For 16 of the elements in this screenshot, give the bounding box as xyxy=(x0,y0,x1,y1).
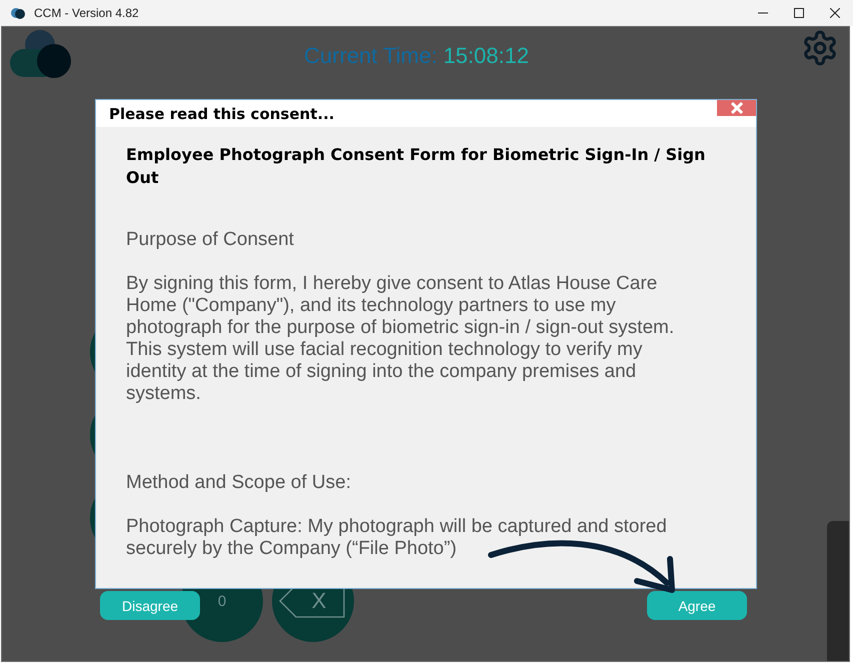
dialog-title: Please read this consent... xyxy=(109,104,334,122)
consent-paragraph: By signing this form, I hereby give consent to Atlas House Care Home ("Company"), and its technology partners to use my photograph for the purpose of biometric sign-in / sign-out system. This system will use facial recognition technology to verify my identity at the time of signing into the company premises and systems. xyxy=(126,273,676,405)
window-title: CCM - Version 4.82 xyxy=(34,6,140,20)
close-icon xyxy=(830,8,840,18)
consent-paragraph: Photograph Capture: My photograph will be captured and stored securely by the Company (“File Photo”) xyxy=(126,516,668,560)
app-icon xyxy=(10,6,26,20)
time-label: Current Time: xyxy=(304,43,438,69)
close-icon xyxy=(730,102,742,114)
section-heading: Method and Scope of Use: xyxy=(126,472,351,494)
disagree-button[interactable]: Disagree xyxy=(100,591,200,620)
agree-button[interactable]: Agree xyxy=(647,591,747,620)
section-heading: Purpose of Consent xyxy=(126,229,294,251)
maximize-icon xyxy=(794,8,804,18)
time-value: 15:08:12 xyxy=(443,43,529,69)
form-heading: Employee Photograph Consent Form for Biometric Sign-In / Sign Out xyxy=(126,144,706,189)
logo-icon xyxy=(8,29,72,79)
